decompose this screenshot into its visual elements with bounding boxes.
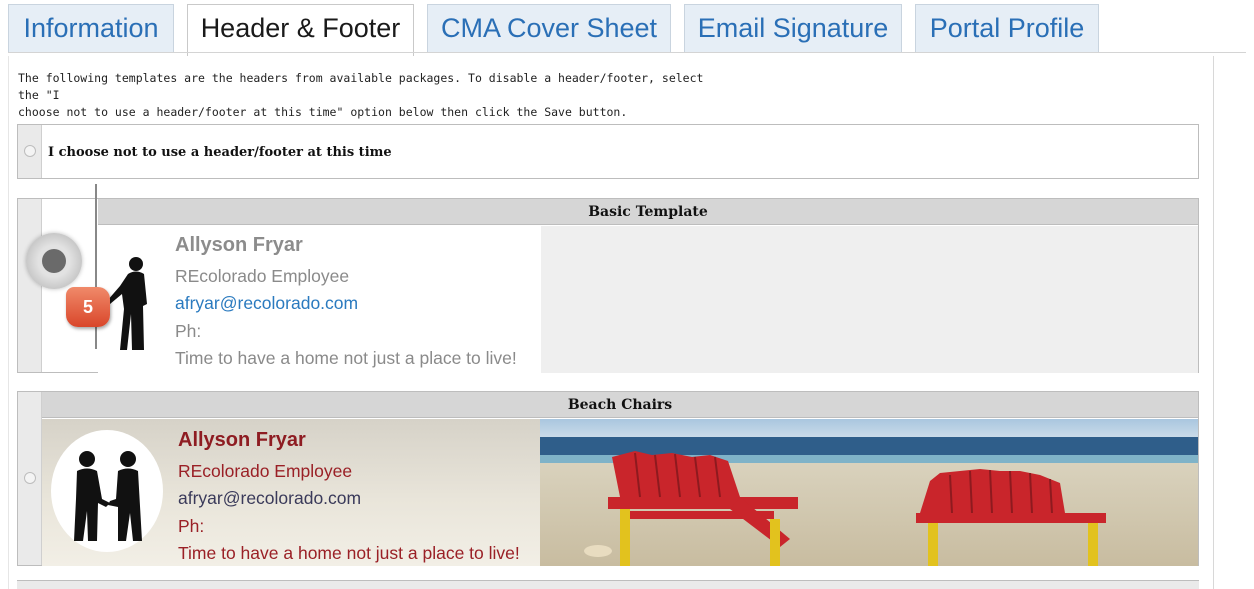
agent-email: afryar@recolorado.com <box>175 293 359 313</box>
agent-email: afryar@recolorado.com <box>178 488 362 508</box>
instructions-text: The following templates are the headers … <box>18 70 718 121</box>
step-badge: 5 <box>66 287 110 327</box>
agent-card: Allyson Fryar REcolorado Employee afryar… <box>98 226 541 373</box>
agent-name: Allyson Fryar <box>178 429 306 451</box>
radio-column <box>18 199 42 372</box>
agent-tagline: Time to have a home not just a place to … <box>178 543 520 563</box>
tab-portal-profile[interactable]: Portal Profile <box>915 4 1099 52</box>
template-preview: Allyson Fryar REcolorado Employee afryar… <box>98 226 1198 373</box>
beach-chairs-radio[interactable] <box>24 472 36 484</box>
beach-scene-icon <box>540 419 1198 566</box>
agent-name: Allyson Fryar <box>175 234 303 256</box>
agent-tagline: Time to have a home not just a place to … <box>175 348 517 368</box>
template-preview: Allyson Fryar REcolorado Employee afryar… <box>42 419 1198 566</box>
handshake-silhouette-icon <box>107 257 147 350</box>
tab-cma-cover-sheet[interactable]: CMA Cover Sheet <box>427 4 671 52</box>
template-beach-chairs[interactable]: Beach Chairs Allyson Fryar REcolorado Em… <box>17 391 1199 566</box>
handshake-photo-icon <box>51 430 163 552</box>
instructions-line-2: choose not to use a header/footer at thi… <box>18 105 628 119</box>
agent-phone: Ph: <box>175 321 202 341</box>
beach-chairs-image <box>540 419 1198 566</box>
radio-column <box>18 125 42 178</box>
tab-header-footer[interactable]: Header & Footer <box>187 4 414 56</box>
radio-column <box>18 392 42 565</box>
next-template-edge <box>17 580 1199 589</box>
template-title: Beach Chairs <box>42 392 1198 418</box>
tab-email-signature[interactable]: Email Signature <box>684 4 902 52</box>
template-title: Basic Template <box>98 199 1198 225</box>
agent-role: REcolorado Employee <box>175 266 350 286</box>
tab-underline <box>8 52 1246 53</box>
agent-role: REcolorado Employee <box>178 461 353 481</box>
instructions-line-1: The following templates are the headers … <box>18 71 704 102</box>
no-header-label: I choose not to use a header/footer at t… <box>48 145 392 160</box>
option-no-header[interactable]: I choose not to use a header/footer at t… <box>17 124 1199 179</box>
template-basic[interactable]: Basic Template Allyson Fryar REcolorado … <box>17 198 1199 373</box>
agent-card: Allyson Fryar REcolorado Employee afryar… <box>42 419 540 566</box>
no-header-radio[interactable] <box>24 145 36 157</box>
tab-information[interactable]: Information <box>8 4 174 52</box>
radio-selected-dot <box>42 249 66 273</box>
tab-bar: Information Header & Footer CMA Cover Sh… <box>0 0 1254 56</box>
agent-phone: Ph: <box>178 516 205 536</box>
basic-template-radio[interactable] <box>26 233 82 289</box>
